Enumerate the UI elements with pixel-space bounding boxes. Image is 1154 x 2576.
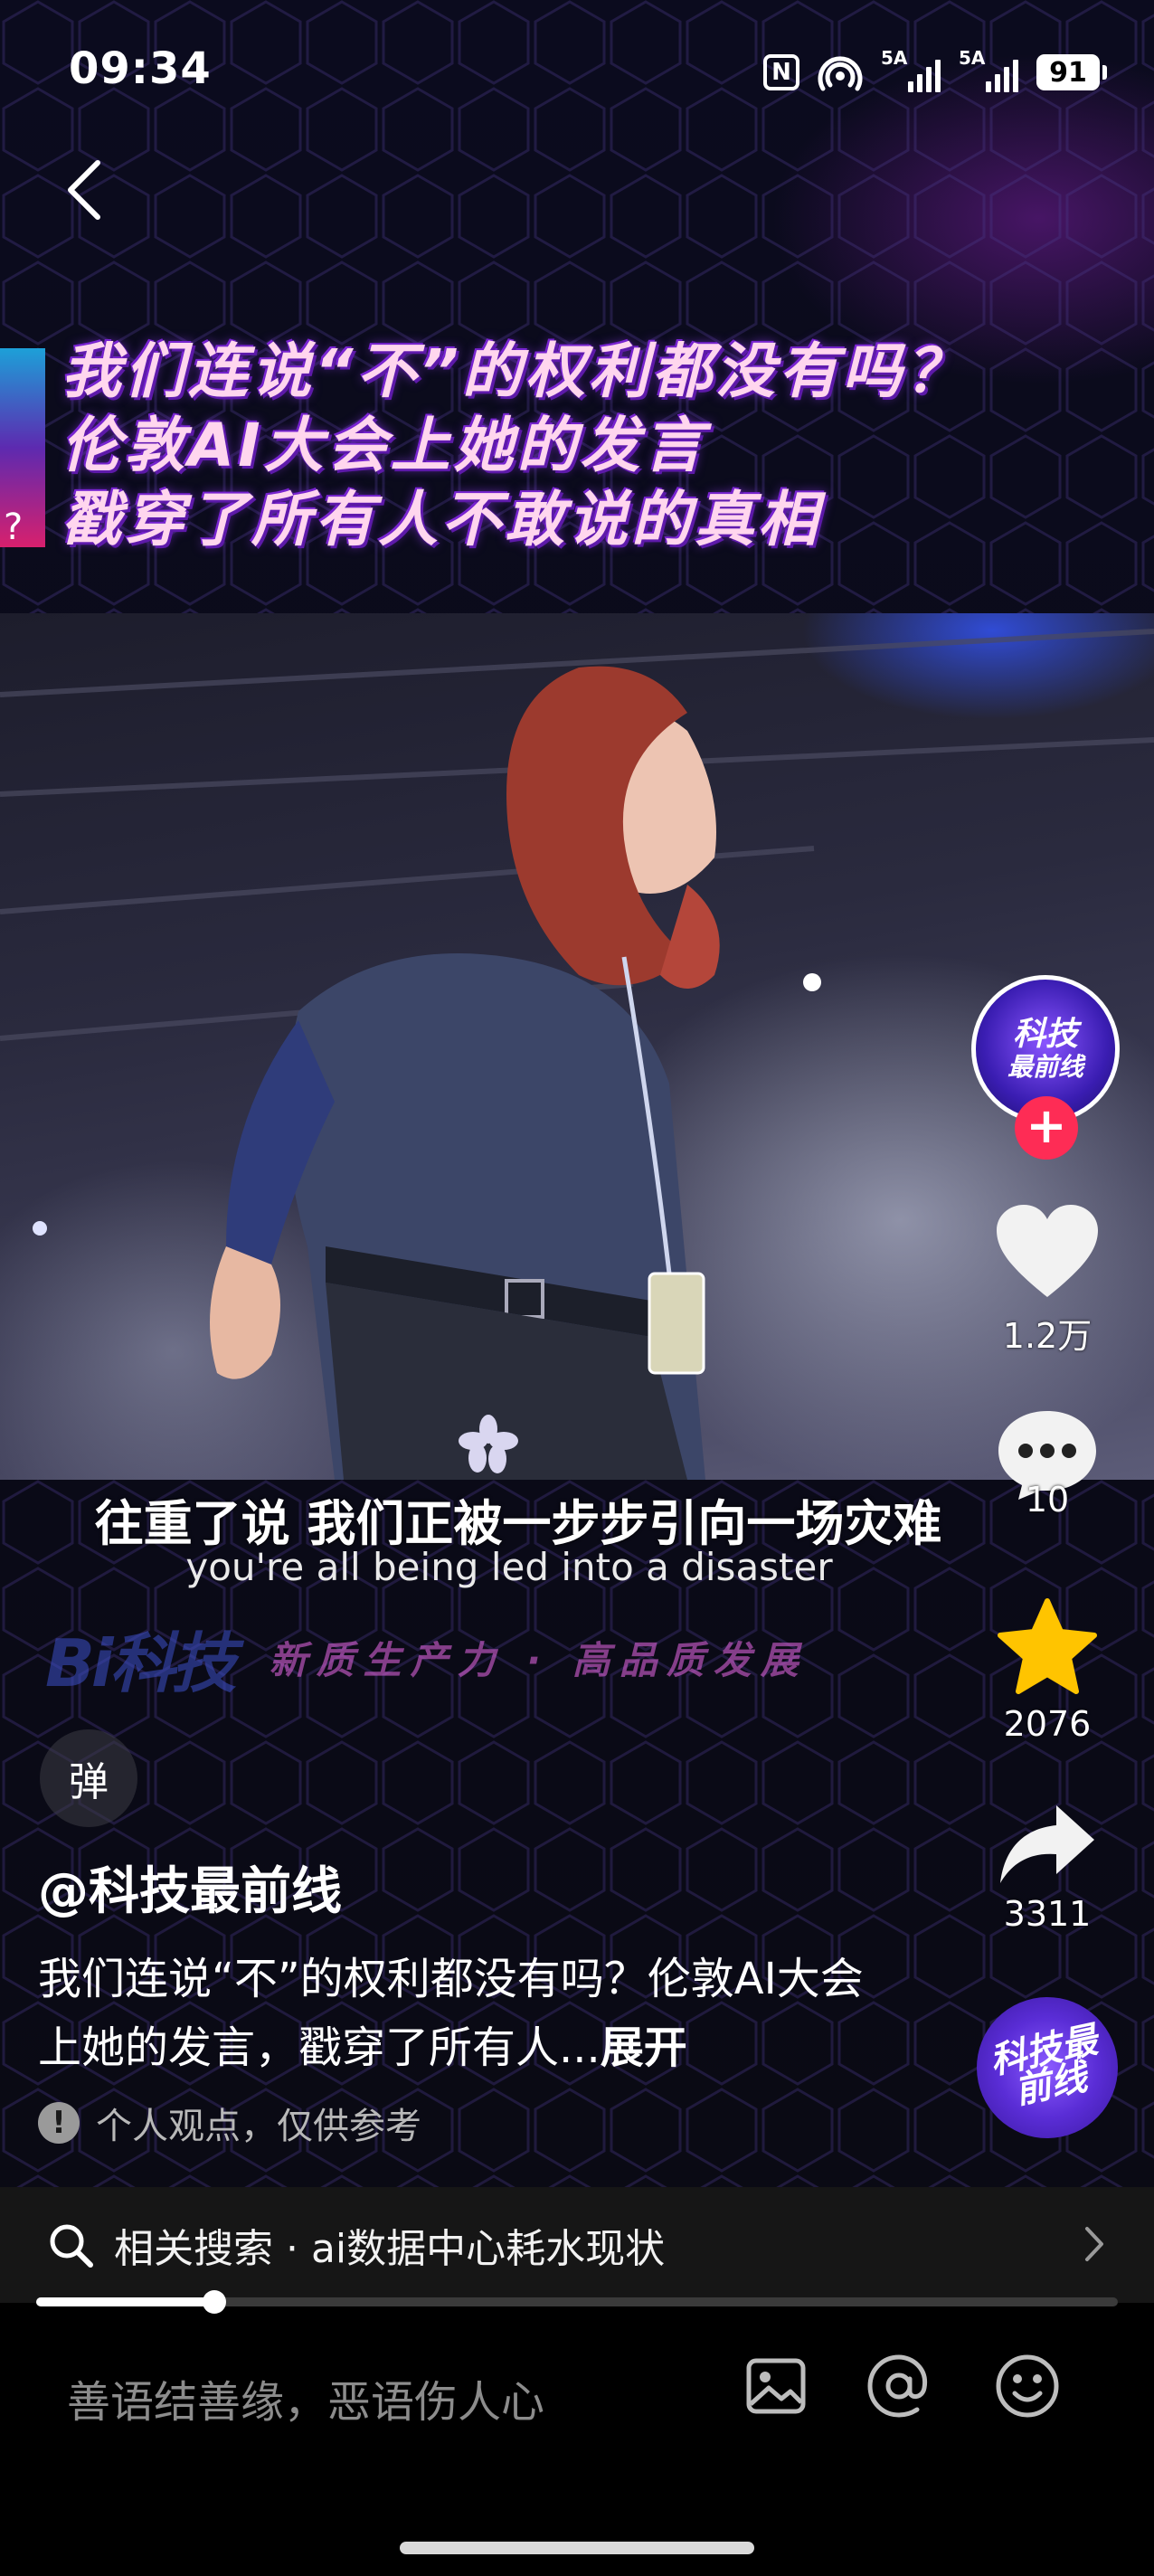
video-progress-bar[interactable] xyxy=(36,2290,1118,2314)
battery-indicator: 91 xyxy=(1036,54,1107,90)
notice-text: 个人观点，仅供参考 xyxy=(96,2106,421,2147)
like-count: 1.2万 xyxy=(1002,1316,1093,1356)
status-icons: N 5A 5A 91 xyxy=(763,45,1107,99)
related-search-bar[interactable]: 相关搜索 · ai数据中心耗水现状 xyxy=(0,2187,1154,2303)
like-button[interactable]: 1.2万 xyxy=(984,1203,1111,1358)
share-arrow-icon xyxy=(1000,1805,1094,1883)
signal-1-label: 5A xyxy=(881,47,908,69)
signal-2-label: 5A xyxy=(959,47,986,69)
signal-icon-1: 5A xyxy=(881,47,941,92)
video-description: 我们连说“不”的权利都没有吗？伦敦AI大会上她的发言，戳穿了所有人...展开 xyxy=(38,1945,879,2082)
mention-icon[interactable] xyxy=(865,2352,933,2420)
author-name[interactable]: @科技最前线 xyxy=(38,1851,342,1924)
avatar-text-1: 科技 xyxy=(1012,1016,1078,1053)
description-text: 我们连说“不”的权利都没有吗？伦敦AI大会上她的发言，戳穿了所有人... xyxy=(38,1954,864,2073)
follow-button[interactable]: + xyxy=(1015,1096,1078,1160)
favorite-count: 2076 xyxy=(1003,1704,1092,1744)
signal-icon-2: 5A xyxy=(959,47,1018,92)
progress-fill xyxy=(36,2297,215,2306)
image-icon[interactable] xyxy=(742,2352,810,2420)
star-icon xyxy=(998,1598,1097,1694)
video-title-overlay: 我们连说“不”的权利都没有吗？ 伦敦AI大会上她的发言 戳穿了所有人不敢说的真相 xyxy=(61,335,1102,557)
status-time: 09:34 xyxy=(69,43,212,94)
nfc-icon: N xyxy=(763,54,799,90)
progress-handle[interactable] xyxy=(203,2290,227,2314)
share-button[interactable]: 3311 xyxy=(984,1802,1111,1934)
danmu-toggle[interactable]: 弹 xyxy=(40,1729,137,1827)
hotspot-icon xyxy=(818,56,863,91)
heart-icon xyxy=(997,1205,1098,1297)
video-watermark: Bi科技 新质生产力 · 高品质发展 xyxy=(45,1610,808,1705)
edge-text: ? xyxy=(4,507,24,548)
home-indicator[interactable] xyxy=(400,2542,754,2554)
share-count: 3311 xyxy=(1003,1894,1092,1934)
back-icon[interactable] xyxy=(54,154,118,226)
expand-link[interactable]: 展开 xyxy=(601,2022,687,2073)
avatar-text-2: 最前线 xyxy=(1007,1052,1083,1082)
watermark-logo: Bi科技 xyxy=(45,1625,237,1701)
comment-input[interactable]: 善语结善缘，恶语伤人心 xyxy=(67,2366,544,2429)
info-icon: ! xyxy=(38,2102,80,2144)
related-search-label: 相关搜索 · ai数据中心耗水现状 xyxy=(114,2226,666,2272)
chevron-right-icon xyxy=(1085,2227,1103,2261)
emoji-icon[interactable] xyxy=(993,2352,1062,2420)
watermark-tagline: 新质生产力 · 高品质发展 xyxy=(269,1638,808,1682)
comment-bar: 善语结善缘，恶语伤人心 xyxy=(0,2325,1154,2576)
title-line-3: 戳穿了所有人不敢说的真相 xyxy=(61,485,821,554)
subtitle-english: you're all being led into a disaster xyxy=(185,1545,833,1589)
search-icon xyxy=(50,2224,93,2268)
title-line-1: 我们连说“不”的权利都没有吗？ xyxy=(61,336,970,406)
favorite-button[interactable]: 2076 xyxy=(984,1597,1111,1744)
opinion-notice: ! 个人观点，仅供参考 xyxy=(38,2097,421,2149)
comment-button[interactable]: 10 xyxy=(984,1407,1111,1520)
title-line-2: 伦敦AI大会上她的发言 xyxy=(61,411,707,480)
